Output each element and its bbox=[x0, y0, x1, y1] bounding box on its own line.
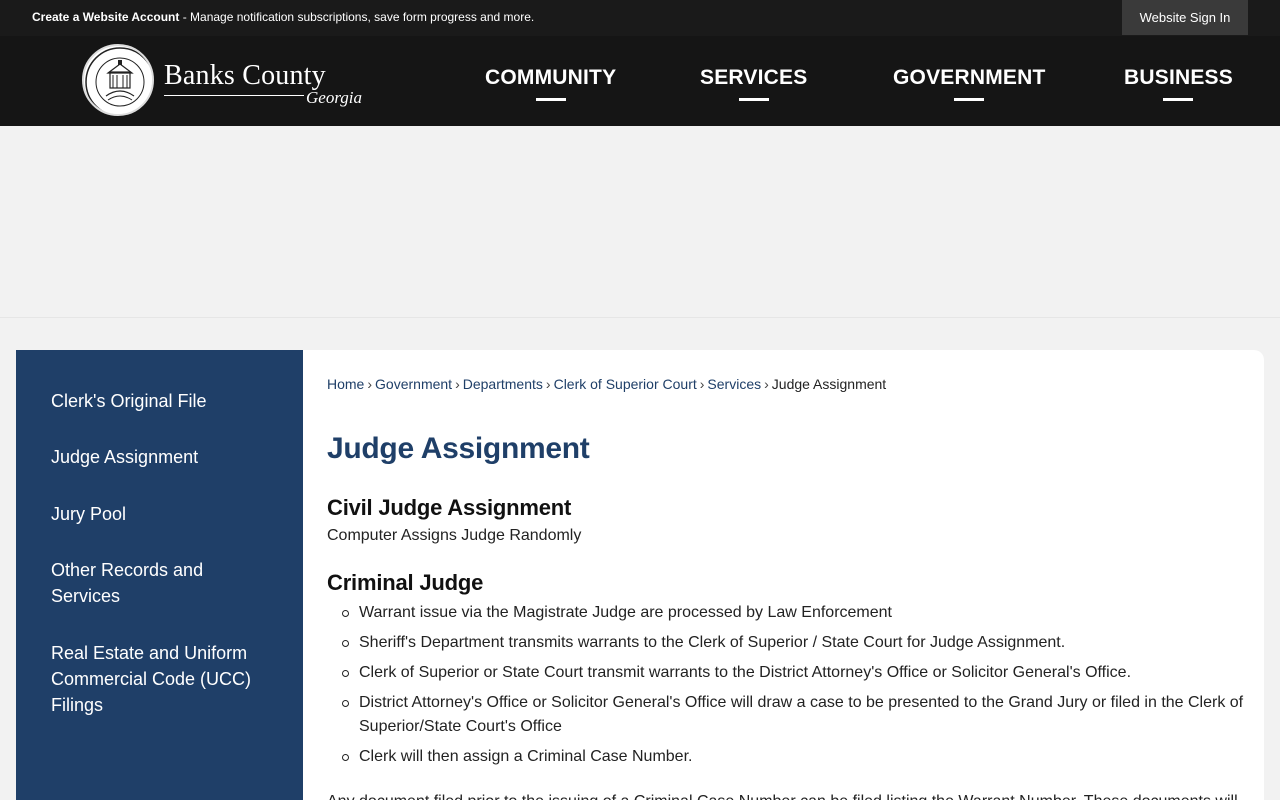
breadcrumb-clerk-superior-court[interactable]: Clerk of Superior Court bbox=[554, 376, 697, 392]
create-account-link[interactable]: Create a Website Account bbox=[32, 10, 179, 24]
nav-community[interactable]: COMMUNITY bbox=[485, 66, 617, 101]
nav-government[interactable]: GOVERNMENT bbox=[893, 66, 1046, 101]
tail-paragraph: Any document filed prior to the issuing … bbox=[327, 790, 1247, 800]
list-item: Sheriff's Department transmits warrants … bbox=[327, 631, 1247, 655]
breadcrumb-current: Judge Assignment bbox=[771, 376, 887, 392]
breadcrumb-separator: › bbox=[764, 376, 769, 392]
breadcrumb-departments[interactable]: Departments bbox=[463, 376, 543, 392]
breadcrumb-services[interactable]: Services bbox=[707, 376, 761, 392]
breadcrumb-separator: › bbox=[455, 376, 460, 392]
breadcrumb-separator: › bbox=[699, 376, 705, 392]
breadcrumb-home[interactable]: Home bbox=[327, 376, 364, 392]
civil-text: Computer Assigns Judge Randomly bbox=[327, 527, 582, 544]
sign-in-button[interactable]: Website Sign In bbox=[1122, 0, 1248, 35]
list-item: Clerk of Superior or State Court transmi… bbox=[327, 661, 1247, 685]
utility-bar: Create a Website Account - Manage notifi… bbox=[0, 0, 1280, 36]
site-header: Banks County Georgia COMMUNITY SERVICES … bbox=[0, 36, 1280, 126]
list-item: Warrant issue via the Magistrate Judge a… bbox=[327, 601, 1247, 625]
sidebar-item-real-estate-ucc[interactable]: Real Estate and Uniform Commercial Code … bbox=[51, 640, 266, 718]
nav-underline bbox=[954, 98, 985, 101]
sidebar-item-judge-assignment[interactable]: Judge Assignment bbox=[51, 444, 271, 470]
breadcrumb-government[interactable]: Government bbox=[375, 376, 452, 392]
breadcrumb: Home › Government › Departments › Clerk of Sup… bbox=[327, 376, 886, 392]
main-content: Home › Government › Departments › Clerk of Sup… bbox=[303, 350, 1264, 800]
breadcrumb-separator: › bbox=[367, 376, 373, 392]
sidebar-item-jury-pool[interactable]: Jury Pool bbox=[51, 501, 271, 527]
page-banner bbox=[0, 126, 1280, 318]
sidebar-nav: Clerk's Original File Judge Assignment J… bbox=[16, 350, 303, 800]
account-prompt: Create a Website Account - Manage notifi… bbox=[32, 10, 534, 24]
civil-heading: Civil Judge Assignment bbox=[327, 495, 572, 520]
nav-label: BUSINESS bbox=[1124, 66, 1233, 89]
county-seal-icon bbox=[82, 44, 154, 116]
nav-label: GOVERNMENT bbox=[893, 66, 1046, 89]
logo-county-name: Banks County bbox=[164, 60, 326, 91]
nav-label: COMMUNITY bbox=[485, 66, 617, 89]
sidebar-item-other-records[interactable]: Other Records and Services bbox=[51, 557, 221, 609]
criminal-list: Warrant issue via the Magistrate Judge a… bbox=[327, 601, 1247, 775]
nav-underline bbox=[738, 98, 769, 101]
nav-business[interactable]: BUSINESS bbox=[1124, 66, 1233, 101]
list-item: Clerk will then assign a Criminal Case N… bbox=[327, 745, 1247, 769]
nav-services[interactable]: SERVICES bbox=[700, 66, 808, 101]
logo-state-name: Georgia bbox=[306, 88, 363, 107]
criminal-heading: Criminal Judge bbox=[327, 570, 484, 595]
nav-label: SERVICES bbox=[700, 66, 808, 89]
logo-wordmark: Banks County Georgia bbox=[164, 50, 364, 110]
logo-divider bbox=[164, 95, 304, 96]
breadcrumb-separator: › bbox=[545, 376, 551, 392]
list-item: District Attorney's Office or Solicitor … bbox=[327, 691, 1247, 739]
site-logo[interactable]: Banks County Georgia bbox=[82, 44, 364, 116]
nav-underline bbox=[1163, 98, 1194, 101]
nav-underline bbox=[535, 98, 566, 101]
page-title: Judge Assignment bbox=[327, 432, 590, 465]
account-prompt-text: - Manage notification subscriptions, sav… bbox=[179, 10, 535, 24]
sidebar-item-clerks-original-file[interactable]: Clerk's Original File bbox=[51, 388, 271, 414]
